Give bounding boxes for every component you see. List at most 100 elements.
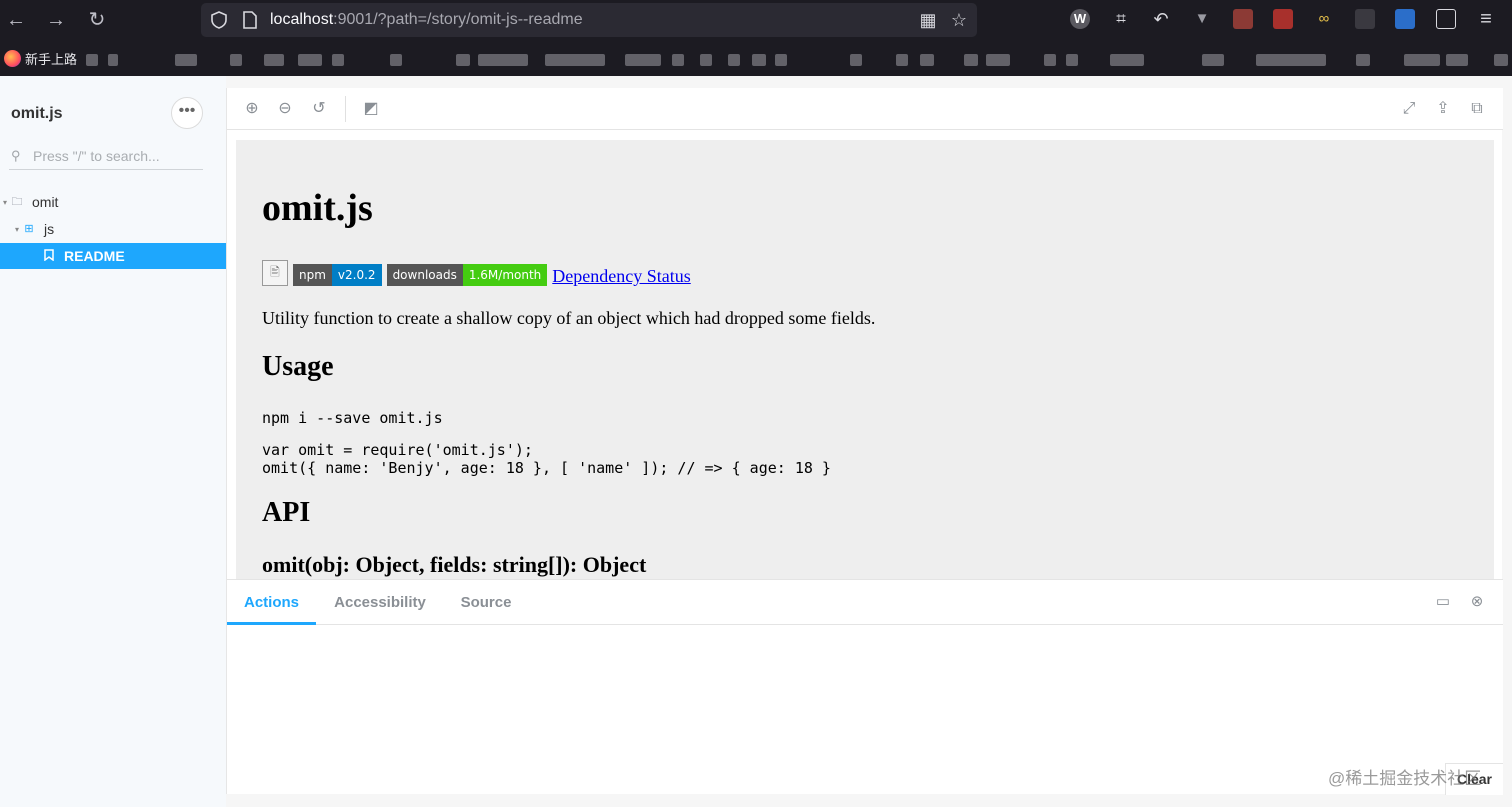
extensions-puzzle-icon[interactable] (1436, 9, 1456, 29)
firefox-icon (4, 50, 21, 67)
tree-item-label: README (64, 248, 125, 264)
watermark-text: @稀土掘金技术社区 (1328, 769, 1482, 788)
bookmark-item[interactable]: 新手上路 (4, 49, 77, 68)
blurred-bookmark (700, 54, 712, 66)
blurred-bookmark (896, 54, 908, 66)
code-line: var omit = require('omit.js'); (262, 441, 533, 459)
caret-down-icon[interactable]: ▾ (12, 225, 22, 234)
code-line: omit({ name: 'Benjy', age: 18 }, [ 'name… (262, 459, 831, 477)
blurred-bookmark (264, 54, 284, 66)
install-command: npm i --save omit.js (262, 409, 443, 427)
forward-icon[interactable]: → (44, 8, 68, 32)
tab-source[interactable]: Source (451, 580, 521, 625)
blurred-bookmark (1110, 54, 1144, 66)
storybook-title[interactable]: omit.js (11, 105, 63, 123)
blurred-bookmark (1256, 54, 1326, 66)
blurred-bookmark (1044, 54, 1056, 66)
blurred-bookmark (986, 54, 1010, 66)
blurred-bookmark (775, 54, 787, 66)
readme-title: omit.js (262, 187, 373, 229)
tree-item-js[interactable]: ▾ ⊞ js (0, 216, 226, 242)
blurred-bookmark (672, 54, 684, 66)
blurred-bookmark (964, 54, 978, 66)
storybook-sidebar: omit.js ••• ⚲ ▾ 🗀 omit ▾ ⊞ js README (0, 76, 226, 807)
qr-code-icon[interactable]: ▦ (918, 10, 938, 30)
preview-toolbar: ⊕ ⊖ ↺ ◩ ⤢ ⇪ ⧉ (227, 88, 1503, 130)
blurred-bookmark (1356, 54, 1370, 66)
back-icon[interactable]: ← (4, 8, 28, 32)
blurred-bookmark (1066, 54, 1078, 66)
blurred-bookmark (230, 54, 242, 66)
usage-heading: Usage (262, 351, 334, 382)
blurred-bookmark (545, 54, 605, 66)
blurred-bookmark (478, 54, 528, 66)
blurred-bookmark (86, 54, 98, 66)
tree-item-readme[interactable]: README (0, 243, 226, 269)
api-heading: API (262, 497, 311, 528)
reset-zoom-icon[interactable]: ↺ (309, 99, 329, 119)
address-bar[interactable]: localhost:9001/?path=/story/omit-js--rea… (201, 3, 977, 37)
broken-image-icon[interactable]: 🖹 (262, 260, 288, 286)
component-icon: ⊞ (24, 223, 34, 235)
api-signature: omit(obj: Object, fields: string[]): Obj… (262, 552, 647, 577)
tab-accessibility[interactable]: Accessibility (325, 580, 435, 625)
extension-icon[interactable] (1395, 9, 1415, 29)
downloads-badge[interactable]: downloads 1.6M/month (386, 264, 548, 286)
blurred-bookmark (108, 54, 118, 66)
extension-icon[interactable] (1273, 9, 1293, 29)
blurred-bookmark (332, 54, 344, 66)
zoom-in-icon[interactable]: ⊕ (242, 99, 262, 119)
browser-toolbar: ← → ↻ localhost:9001/?path=/story/omit-j… (0, 0, 1512, 76)
infinity-extension-icon[interactable]: ∞ (1314, 9, 1334, 29)
share-icon[interactable]: ⇪ (1433, 99, 1453, 119)
tree-item-label: js (44, 221, 55, 237)
blurred-bookmark (1404, 54, 1440, 66)
toolbar-divider (345, 96, 346, 122)
addons-tabbar: Actions Accessibility Source ▭ ⊗ (227, 580, 1503, 625)
search-input[interactable] (33, 146, 203, 166)
vuetify-extension-icon[interactable]: ▼ (1192, 9, 1212, 29)
bookmark-star-icon[interactable]: ☆ (949, 10, 969, 30)
preview-panel: ⊕ ⊖ ↺ ◩ ⤢ ⇪ ⧉ omit.js 🖹 npm v2.0.2 downl… (226, 88, 1503, 795)
zoom-out-icon[interactable]: ⊖ (275, 99, 295, 119)
undo-extension-icon[interactable]: ↶ (1151, 9, 1171, 29)
search-field[interactable]: ⚲ (9, 146, 203, 170)
addons-panel: Actions Accessibility Source ▭ ⊗ Clear (227, 579, 1503, 795)
extension-icon[interactable] (1233, 9, 1253, 29)
background-toggle-icon[interactable]: ◩ (361, 99, 381, 119)
tab-actions[interactable]: Actions (227, 580, 316, 625)
reload-icon[interactable]: ↻ (85, 8, 109, 32)
tree-item-omit[interactable]: ▾ 🗀 omit (0, 189, 226, 215)
blurred-bookmark (850, 54, 862, 66)
close-panel-icon[interactable]: ⊗ (1467, 592, 1487, 612)
npm-badge[interactable]: npm v2.0.2 (293, 264, 382, 286)
panel-layout-icon[interactable]: ▭ (1433, 592, 1453, 612)
blurred-bookmark (456, 54, 470, 66)
blurred-bookmark (175, 54, 197, 66)
tree-item-label: omit (32, 194, 59, 210)
copy-link-icon[interactable]: ⧉ (1467, 99, 1487, 119)
dependency-status-link[interactable]: Dependency Status (552, 266, 690, 286)
bookmarks-bar: 新手上路 (0, 44, 1512, 74)
badge-row: 🖹 npm v2.0.2 downloads 1.6M/month Depend… (262, 260, 691, 286)
shield-icon[interactable] (210, 11, 228, 29)
wordpress-extension-icon[interactable]: W (1070, 9, 1090, 29)
folder-icon: 🗀 (11, 196, 23, 208)
more-options-button[interactable]: ••• (171, 97, 203, 129)
blurred-bookmark (1202, 54, 1224, 66)
extension-icon[interactable] (1355, 9, 1375, 29)
blurred-bookmark (728, 54, 740, 66)
bookmark-icon (42, 249, 56, 263)
page-info-icon[interactable] (242, 11, 258, 29)
hamburger-menu-icon[interactable]: ≡ (1476, 9, 1496, 29)
blurred-bookmark (920, 54, 934, 66)
blurred-bookmark (390, 54, 402, 66)
caret-down-icon[interactable]: ▾ (0, 198, 10, 207)
intro-paragraph: Utility function to create a shallow cop… (262, 308, 876, 328)
blurred-bookmark (625, 54, 661, 66)
crop-extension-icon[interactable]: ⌗ (1111, 9, 1131, 29)
blurred-bookmark (1446, 54, 1468, 66)
url-text[interactable]: localhost:9001/?path=/story/omit-js--rea… (270, 11, 583, 29)
blurred-bookmark (298, 54, 322, 66)
fullscreen-icon[interactable]: ⤢ (1399, 99, 1419, 119)
